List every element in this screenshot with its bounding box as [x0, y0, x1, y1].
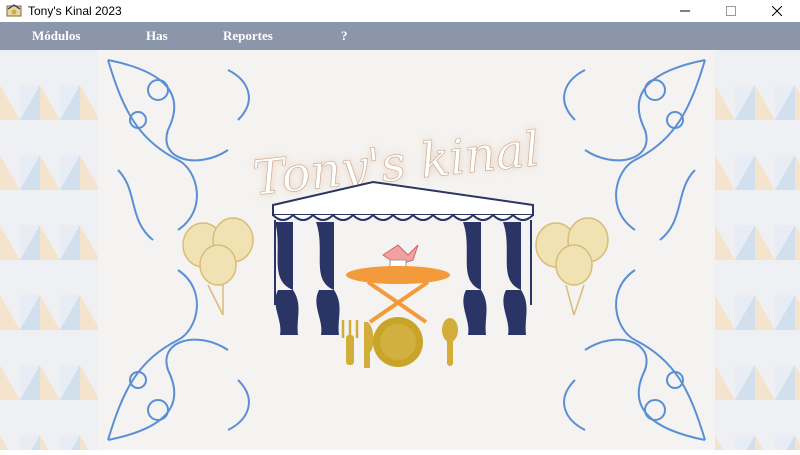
- minimize-icon: [680, 10, 690, 12]
- cutlery-illustration: [341, 317, 458, 368]
- ornament-top-left: [107, 59, 250, 241]
- maximize-icon: [726, 6, 736, 16]
- close-icon: [772, 6, 782, 16]
- menu-modulos[interactable]: Módulos: [32, 28, 80, 44]
- menu-help[interactable]: ?: [341, 28, 348, 44]
- left-pattern-background: [0, 50, 98, 450]
- balloons-left: [182, 217, 254, 316]
- title-bar: Tony's Kinal 2023: [0, 0, 800, 22]
- balloons-right: [535, 217, 609, 316]
- window-title: Tony's Kinal 2023: [28, 4, 122, 18]
- main-content: Tony's kinal Tony's kinal: [0, 50, 800, 450]
- minimize-button[interactable]: [662, 0, 708, 22]
- table-illustration: [346, 244, 450, 324]
- menu-bar: Módulos Has Reportes ?: [0, 22, 800, 50]
- close-button[interactable]: [754, 0, 800, 22]
- ornament-bottom-right: [563, 269, 706, 441]
- right-pattern-background: [715, 50, 800, 450]
- menu-reportes[interactable]: Reportes: [223, 28, 273, 44]
- ornament-top-right: [563, 59, 706, 241]
- banner-image: Tony's kinal Tony's kinal: [98, 50, 715, 450]
- menu-has[interactable]: Has: [146, 28, 168, 44]
- maximize-button[interactable]: [708, 0, 754, 22]
- ornament-bottom-left: [107, 269, 250, 441]
- app-icon: [6, 3, 22, 19]
